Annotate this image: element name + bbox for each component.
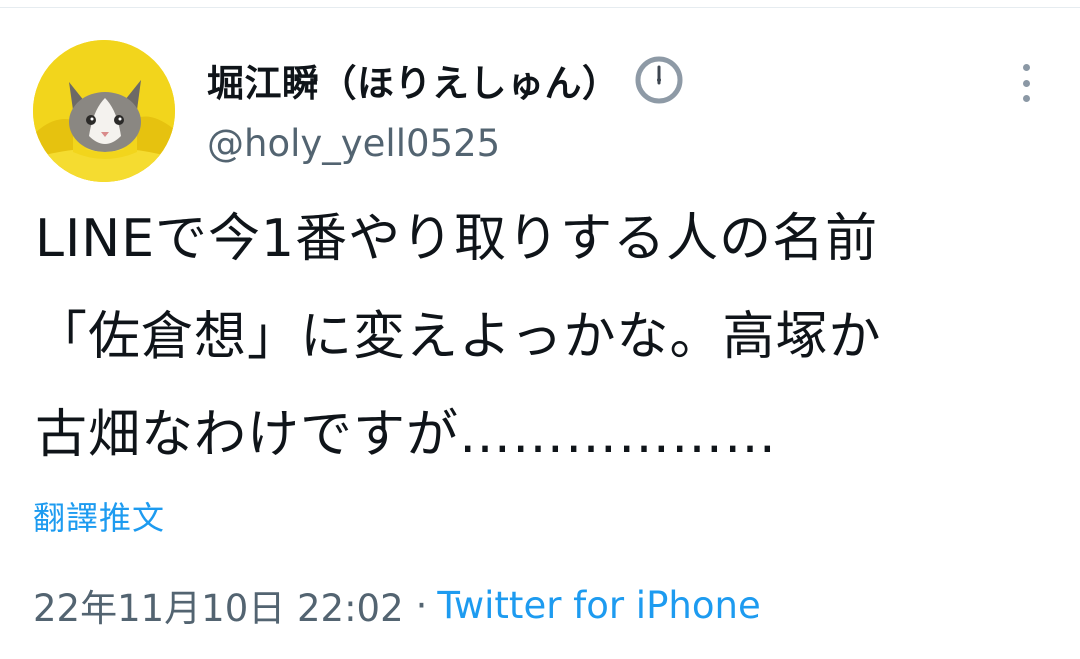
more-options-icon[interactable] [1012,64,1040,102]
more-dot [1022,79,1030,87]
display-name: 堀江瞬（ほりえしゅん） [207,62,620,105]
tweet-meta: 22年11月10日 22:02 · Twitter for iPhone [33,578,761,632]
tweet-text-line: LINEで今1番やり取りする人の名前 [35,209,879,269]
tweet-text-line: 古畑なわけですが……………… [35,405,778,465]
avatar[interactable] [33,40,175,182]
tweet-timestamp[interactable]: 22年11月10日 22:02 [33,578,404,632]
author-name-row[interactable]: 堀江瞬（ほりえしゅん） [207,52,684,108]
cat-avatar-image [33,40,175,182]
tweet-text: LINEで今1番やり取りする人の名前 「佐倉想」に変えよっかな。高塚か 古畑なわ… [35,190,1045,484]
tweet-source-link[interactable]: Twitter for iPhone [437,584,760,627]
meta-separator: · [415,583,428,627]
more-dot [1022,64,1030,71]
more-dot [1022,95,1030,102]
clock-icon [634,55,684,105]
translate-tweet-link[interactable]: 翻譯推文 [33,493,165,539]
author-handle[interactable]: @holy_yell0525 [207,122,500,165]
tweet-card: 堀江瞬（ほりえしゅん） @holy_yell0525 LINEで今1番やり取りす… [0,0,1080,659]
tweet-text-line: 「佐倉想」に変えよっかな。高塚か [35,307,882,367]
